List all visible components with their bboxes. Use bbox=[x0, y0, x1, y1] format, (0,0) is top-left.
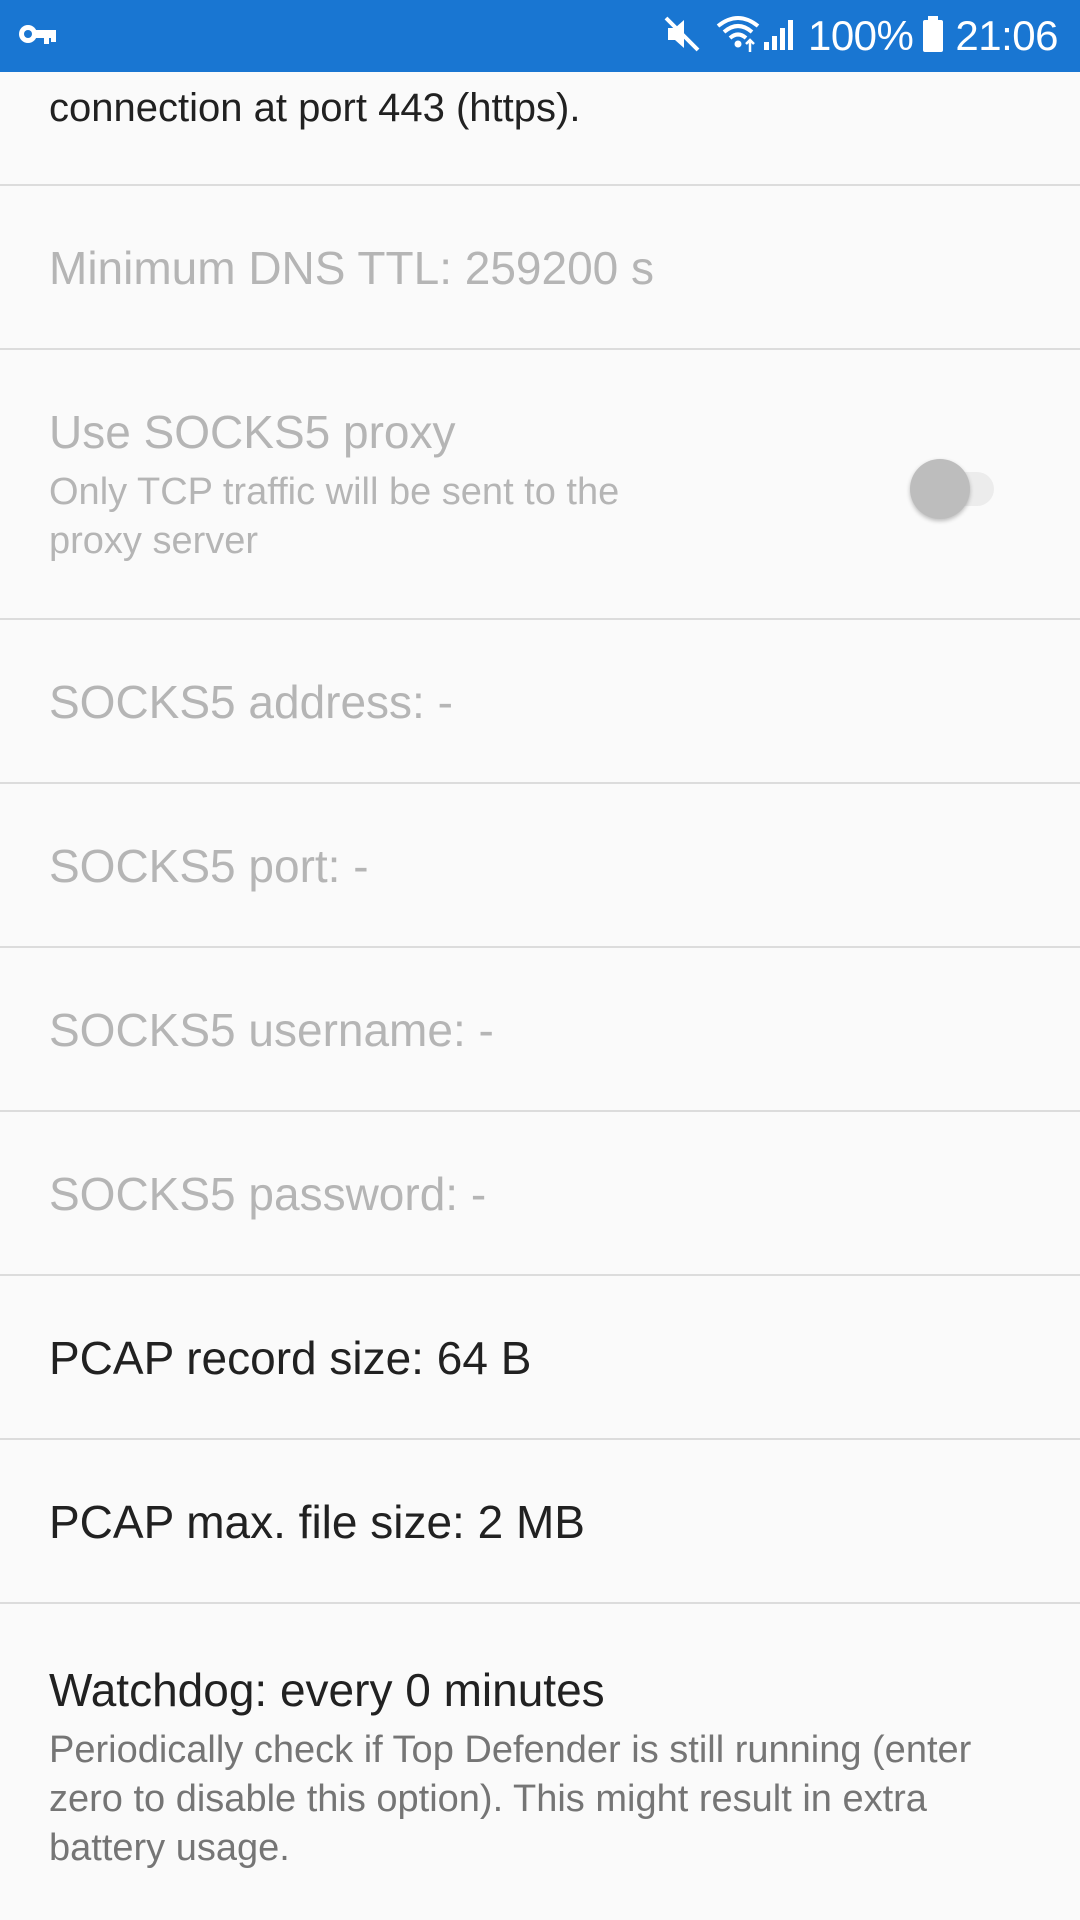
pref-socks5-address[interactable]: SOCKS5 address: - bbox=[0, 620, 1080, 784]
status-bar-right: 100% 21:06 bbox=[662, 12, 1058, 60]
pref-watchdog[interactable]: Watchdog: every 0 minutes Periodically c… bbox=[0, 1604, 1080, 1920]
pref-connectivity-domain-summary: connection at port 443 (https). bbox=[49, 86, 581, 130]
battery-percent: 100% bbox=[807, 12, 914, 59]
pref-min-dns-ttl[interactable]: Minimum DNS TTL: 259200 s bbox=[0, 186, 1080, 350]
signal-icon bbox=[762, 14, 796, 59]
pref-socks5-port[interactable]: SOCKS5 port: - bbox=[0, 784, 1080, 948]
pref-socks5-address-title: SOCKS5 address: - bbox=[49, 676, 453, 728]
status-bar-left bbox=[18, 21, 662, 52]
pref-socks5-username-title: SOCKS5 username: - bbox=[49, 1004, 494, 1056]
pref-socks5-proxy[interactable]: Use SOCKS5 proxy Only TCP traffic will b… bbox=[0, 350, 1080, 620]
battery-icon bbox=[921, 14, 945, 59]
pref-socks5-password-title: SOCKS5 password: - bbox=[49, 1168, 487, 1220]
pref-watchdog-title: Watchdog: every 0 minutes bbox=[49, 1664, 605, 1716]
switch-thumb bbox=[910, 459, 970, 519]
pref-min-dns-ttl-title: Minimum DNS TTL: 259200 s bbox=[49, 242, 655, 294]
pref-socks5-username[interactable]: SOCKS5 username: - bbox=[0, 948, 1080, 1112]
pref-pcap-record-size[interactable]: PCAP record size: 64 B bbox=[0, 1276, 1080, 1440]
socks5-proxy-switch[interactable] bbox=[910, 454, 1000, 519]
pref-watchdog-summary: Periodically check if Top Defender is st… bbox=[49, 1729, 972, 1869]
clock: 21:06 bbox=[955, 12, 1058, 59]
pref-socks5-proxy-title: Use SOCKS5 proxy bbox=[49, 406, 456, 458]
pref-socks5-proxy-summary: Only TCP traffic will be sent to the pro… bbox=[49, 471, 620, 562]
pref-socks5-port-title: SOCKS5 port: - bbox=[49, 840, 369, 892]
vpn-key-icon bbox=[18, 21, 58, 52]
pref-pcap-max-file-size[interactable]: PCAP max. file size: 2 MB bbox=[0, 1440, 1080, 1604]
pref-pcap-max-file-size-title: PCAP max. file size: 2 MB bbox=[49, 1496, 585, 1548]
pref-pcap-record-size-title: PCAP record size: 64 B bbox=[49, 1332, 532, 1384]
mute-icon bbox=[662, 14, 702, 59]
status-bar: 100% 21:06 bbox=[0, 0, 1080, 72]
wifi-icon bbox=[716, 14, 760, 59]
pref-socks5-password[interactable]: SOCKS5 password: - bbox=[0, 1112, 1080, 1276]
